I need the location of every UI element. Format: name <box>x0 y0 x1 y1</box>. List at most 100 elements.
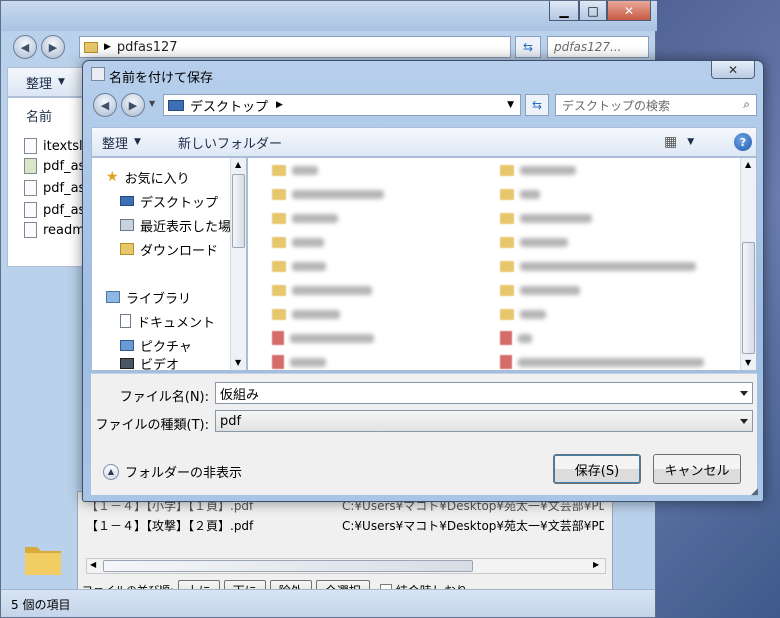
nav-documents[interactable]: ドキュメント <box>120 310 215 332</box>
dialog-title: 名前を付けて保存 <box>109 71 214 86</box>
folder-item[interactable] <box>500 158 704 182</box>
address-dropdown-icon[interactable]: ▼ <box>507 100 514 110</box>
nav-downloads[interactable]: ダウンロード <box>120 238 218 260</box>
folder-item[interactable] <box>500 206 704 230</box>
scroll-down-icon: ▼ <box>745 358 752 367</box>
explorer-address-bar[interactable]: ▶ pdfas127 <box>79 36 511 58</box>
filename-value: 仮組み <box>220 387 260 403</box>
column-header-name[interactable]: 名前 <box>26 106 52 125</box>
horizontal-scrollbar[interactable]: ◀ ▶ <box>86 558 606 574</box>
scroll-down-icon: ▼ <box>235 358 242 367</box>
library-icon <box>106 291 120 303</box>
explorer-organize-button[interactable]: 整理 ▼ <box>26 68 65 96</box>
nav-desktop-label: デスクトップ <box>140 195 219 211</box>
forward-arrow-icon: ▶ <box>128 98 138 112</box>
save-as-dialog: 名前を付けて保存 ✕ ◀ ▶ ▼ デスクトップ ▶ ▼ ⇆ デスクトップの検索 … <box>82 60 764 502</box>
folder-item[interactable] <box>272 254 384 278</box>
forward-button[interactable]: ▶ <box>41 35 65 59</box>
file-item[interactable]: readm <box>24 220 85 240</box>
forward-arrow-icon: ▶ <box>48 40 58 54</box>
folder-icon <box>500 308 514 320</box>
file-icon <box>24 202 37 218</box>
new-folder-button[interactable]: 新しいフォルダー <box>178 128 282 156</box>
save-fields-area: ファイル名(N): 仮組み ファイルの種類(T): pdf ▲ フォルダーの非表… <box>91 373 757 495</box>
file-item[interactable]: pdf_as <box>24 156 85 176</box>
dialog-close-button[interactable]: ✕ <box>711 61 755 79</box>
folder-icon <box>272 236 286 248</box>
settings-file-icon <box>24 180 37 196</box>
folder-icon <box>500 236 514 248</box>
save-button[interactable]: 保存(S) <box>553 454 641 484</box>
dialog-address-bar[interactable]: デスクトップ ▶ ▼ <box>163 94 521 116</box>
star-icon: ★ <box>106 169 119 185</box>
hide-folders-label: フォルダーの非表示 <box>125 466 243 481</box>
folder-item[interactable] <box>500 278 704 302</box>
filename-input[interactable]: 仮組み <box>215 382 753 404</box>
filetype-value: pdf <box>220 413 242 429</box>
file-item[interactable]: pdf_as <box>24 178 85 198</box>
folder-item[interactable] <box>272 278 384 302</box>
maximize-button[interactable]: □ <box>579 1 607 21</box>
dialog-refresh-button[interactable]: ⇆ <box>525 94 549 116</box>
nav-recent-places[interactable]: 最近表示した場所 <box>120 214 244 236</box>
file-item[interactable]: itextsl <box>24 136 83 156</box>
filetype-select[interactable]: pdf <box>215 410 753 432</box>
nav-videos-label: ビデオ <box>140 357 180 371</box>
scrollbar-thumb[interactable] <box>103 560 473 572</box>
help-button[interactable]: ? <box>734 133 752 151</box>
hide-folders-toggle[interactable]: ▲ フォルダーの非表示 <box>103 462 242 481</box>
minimize-button[interactable]: ▁ <box>549 1 579 21</box>
resize-grip-icon[interactable]: ◢ <box>751 487 758 497</box>
pdf-file-item[interactable] <box>500 326 704 350</box>
chevron-down-icon[interactable] <box>740 391 748 396</box>
dialog-search-placeholder: デスクトップの検索 <box>562 98 671 113</box>
organize-button[interactable]: 整理 ▼ <box>102 128 141 156</box>
folder-item[interactable] <box>272 158 384 182</box>
folder-item[interactable] <box>272 230 384 254</box>
folder-icon <box>272 308 286 320</box>
scroll-up-icon: ▲ <box>745 160 752 169</box>
dialog-forward-button[interactable]: ▶ <box>121 93 145 117</box>
dialog-back-button[interactable]: ◀ <box>93 93 117 117</box>
scrollbar-thumb[interactable] <box>742 242 755 354</box>
refresh-button[interactable]: ⇆ <box>515 36 541 58</box>
collapse-up-icon: ▲ <box>103 463 119 480</box>
pdf-file-icon <box>500 355 512 369</box>
explorer-close-button[interactable]: ✕ <box>607 1 651 21</box>
dialog-search-input[interactable]: デスクトップの検索 ⌕ <box>555 94 757 116</box>
view-options-button[interactable]: ▦ ▼ <box>664 128 694 156</box>
folder-item[interactable] <box>500 302 704 326</box>
folder-item[interactable] <box>272 206 384 230</box>
nav-scrollbar[interactable]: ▲ ▼ <box>230 158 246 370</box>
nav-videos[interactable]: ビデオ <box>120 356 179 370</box>
scroll-up-icon: ▲ <box>235 160 242 169</box>
folder-item[interactable] <box>500 254 704 278</box>
cancel-button[interactable]: キャンセル <box>653 454 741 484</box>
explorer-caption-bar: ▁ □ ✕ <box>1 1 657 31</box>
folder-item[interactable] <box>272 302 384 326</box>
folder-item[interactable] <box>500 182 704 206</box>
nav-pictures[interactable]: ピクチャ <box>120 334 192 356</box>
minimize-icon: ▁ <box>559 3 569 18</box>
pdf-file-item[interactable] <box>272 350 384 374</box>
folder-item[interactable] <box>272 182 384 206</box>
nav-desktop[interactable]: デスクトップ <box>120 190 218 212</box>
explorer-search-input[interactable]: pdfas127... <box>547 36 649 58</box>
help-icon: ? <box>739 135 747 149</box>
file-list-pane: ▲ ▼ <box>247 157 757 371</box>
nav-favorites[interactable]: ★ お気に入り <box>106 166 190 188</box>
chevron-down-icon <box>740 419 748 424</box>
text-file-icon <box>24 222 37 238</box>
folder-icon <box>272 164 286 176</box>
scrollbar-thumb[interactable] <box>232 174 245 248</box>
file-list-scrollbar[interactable]: ▲ ▼ <box>740 158 756 370</box>
refresh-icon: ⇆ <box>522 40 534 54</box>
pdf-file-item[interactable] <box>500 350 704 374</box>
back-button[interactable]: ◀ <box>13 35 37 59</box>
list-item[interactable]: 【１－４】【攻撃】【２頁】.pdf C:¥Users¥マコト¥Desktop¥苑… <box>86 514 606 536</box>
pdf-file-item[interactable] <box>272 326 384 350</box>
file-item[interactable]: pdf_as <box>24 200 85 220</box>
folder-item[interactable] <box>500 230 704 254</box>
recent-pages-chevron-icon[interactable]: ▼ <box>149 99 155 108</box>
nav-libraries[interactable]: ライブラリ <box>106 286 191 308</box>
